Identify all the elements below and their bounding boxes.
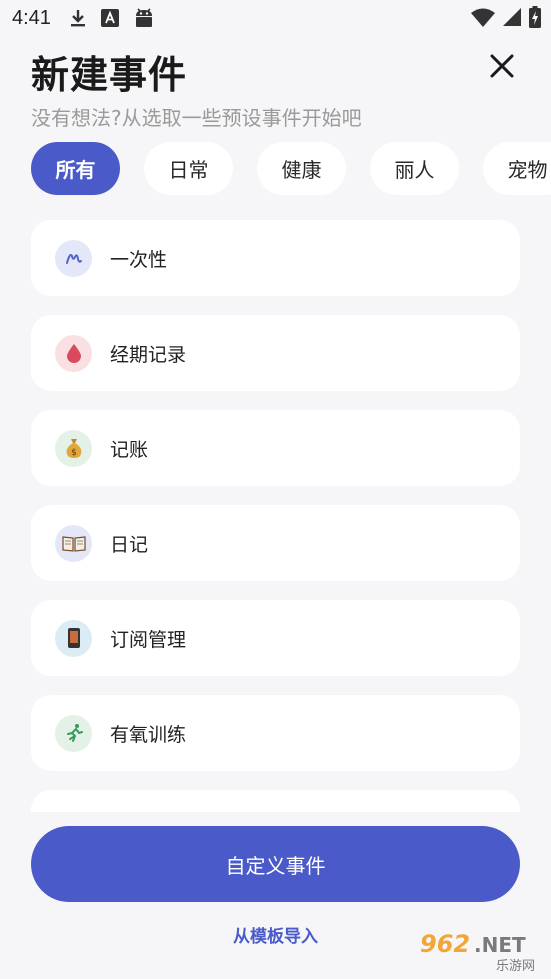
- event-label: 记账: [110, 438, 149, 461]
- event-item-partial[interactable]: [31, 790, 520, 812]
- wifi-icon: [471, 7, 495, 32]
- page-subtitle: 没有想法?从选取一些预设事件开始吧: [31, 106, 362, 130]
- event-label: 有氧训练: [110, 723, 187, 746]
- event-list: 一次性 经期记录 $ 记账 日记 订阅管理 有氧训练: [31, 220, 520, 812]
- svg-text:.NET: .NET: [474, 933, 526, 957]
- open-book-icon: [55, 524, 92, 562]
- battery-icon: [529, 6, 541, 33]
- font-a-icon: [100, 9, 119, 27]
- money-bag-icon: $: [55, 429, 92, 467]
- event-label: 订阅管理: [110, 628, 187, 651]
- watermark-logo: 962 .NET 乐游网: [416, 928, 546, 974]
- svg-text:$: $: [71, 448, 77, 458]
- event-item-bookkeeping[interactable]: $ 记账: [31, 410, 520, 486]
- event-item-diary[interactable]: 日记: [31, 505, 520, 581]
- download-icon: [69, 8, 87, 28]
- tab-daily[interactable]: 日常: [144, 142, 233, 195]
- phone-icon: [55, 619, 92, 657]
- close-button[interactable]: [484, 50, 520, 86]
- svg-text:962: 962: [420, 930, 470, 958]
- event-item-period[interactable]: 经期记录: [31, 315, 520, 391]
- android-icon: [133, 8, 155, 28]
- event-label: 一次性: [110, 248, 168, 271]
- event-item-one-time[interactable]: 一次性: [31, 220, 520, 296]
- event-label: 日记: [110, 533, 149, 556]
- close-icon: [489, 53, 515, 83]
- runner-icon: [55, 714, 92, 752]
- blood-drop-icon: [55, 334, 92, 372]
- status-time: 4:41: [12, 6, 51, 29]
- event-item-cardio[interactable]: 有氧训练: [31, 695, 520, 771]
- category-tabs: 所有 日常 健康 丽人 宠物: [31, 142, 551, 195]
- tab-beauty[interactable]: 丽人: [370, 142, 459, 195]
- tab-pets[interactable]: 宠物: [483, 142, 551, 195]
- signal-icon: [503, 7, 521, 32]
- event-label: 经期记录: [110, 343, 187, 366]
- svg-text:乐游网: 乐游网: [496, 959, 535, 974]
- custom-event-button[interactable]: 自定义事件: [31, 826, 520, 902]
- event-item-subscriptions[interactable]: 订阅管理: [31, 600, 520, 676]
- tab-health[interactable]: 健康: [257, 142, 346, 195]
- status-bar: 4:41: [0, 0, 551, 36]
- tab-all[interactable]: 所有: [31, 142, 120, 195]
- scribble-icon: [55, 239, 92, 277]
- page-title: 新建事件: [31, 53, 188, 97]
